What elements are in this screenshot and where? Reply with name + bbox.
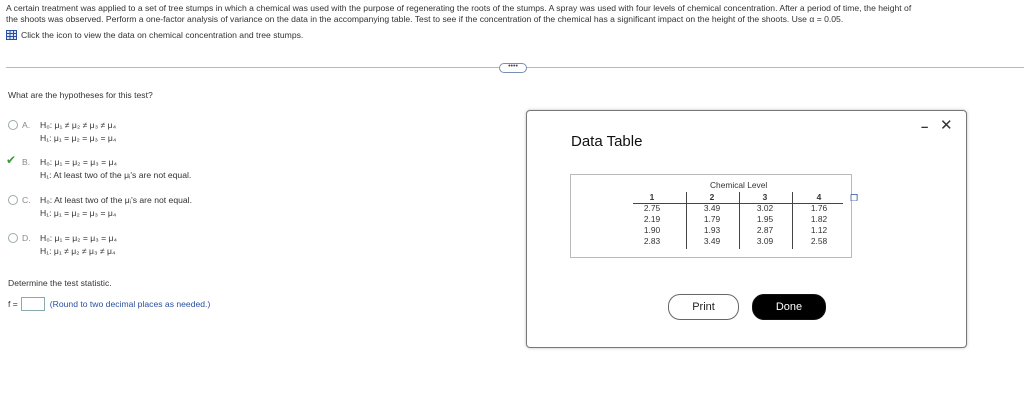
table-cell: 2.58 bbox=[810, 236, 828, 246]
table-column-1: 1 2.75 2.19 1.90 2.83 bbox=[635, 192, 669, 247]
table-cell: 2.83 bbox=[643, 236, 661, 246]
option-b-h0: H₀: μ₁ = μ₂ = μ₃ = μ₄ bbox=[40, 157, 117, 167]
table-column-3: 3 3.02 1.95 2.87 3.09 bbox=[748, 192, 782, 247]
table-cell: 1.93 bbox=[703, 225, 721, 235]
header-rule bbox=[633, 203, 843, 204]
column-divider bbox=[686, 192, 687, 249]
option-c-h0: H₀: At least two of the μᵢ's are not equ… bbox=[40, 195, 192, 205]
table-cell: 2.75 bbox=[643, 203, 661, 213]
table-cell: 3.09 bbox=[756, 236, 774, 246]
option-d-h1: H₁: μ₁ ≠ μ₂ ≠ μ₃ ≠ μ₄ bbox=[40, 246, 116, 256]
column-header: 3 bbox=[762, 192, 768, 202]
table-cell: 1.90 bbox=[643, 225, 661, 235]
column-divider bbox=[739, 192, 740, 249]
radio-a[interactable] bbox=[8, 120, 18, 130]
radio-c[interactable] bbox=[8, 195, 18, 205]
column-header: 1 bbox=[649, 192, 655, 202]
data-table-dialog: Data Table – ✕ Chemical Level 1 2.75 2.1… bbox=[526, 110, 967, 348]
table-cell: 1.12 bbox=[810, 225, 828, 235]
option-d-h0: H₀: μ₁ = μ₂ = μ₃ = μ₄ bbox=[40, 233, 117, 243]
problem-line-2: the shoots was observed. Perform a one-f… bbox=[6, 14, 844, 24]
minimize-icon[interactable]: – bbox=[921, 119, 928, 134]
table-cell: 3.49 bbox=[703, 236, 721, 246]
table-grid-icon[interactable] bbox=[6, 30, 17, 40]
table-cell: 1.79 bbox=[703, 214, 721, 224]
option-a-h0: H₀: μ₁ ≠ μ₂ ≠ μ₃ ≠ μ₄ bbox=[40, 120, 117, 130]
option-letter: B. bbox=[22, 157, 31, 167]
close-icon[interactable]: ✕ bbox=[940, 116, 953, 134]
table-cell: 1.76 bbox=[810, 203, 828, 213]
column-divider bbox=[792, 192, 793, 249]
print-button[interactable]: Print bbox=[668, 294, 739, 320]
table-cell: 3.02 bbox=[756, 203, 774, 213]
table-cell: 2.87 bbox=[756, 225, 774, 235]
column-header: 2 bbox=[709, 192, 715, 202]
done-button[interactable]: Done bbox=[752, 294, 826, 320]
checkmark-icon: ✔ bbox=[6, 153, 17, 167]
determine-statistic-text: Determine the test statistic. bbox=[8, 278, 112, 288]
f-answer-input[interactable] bbox=[20, 297, 45, 311]
table-caption: Chemical Level bbox=[710, 180, 768, 190]
table-cell: 1.95 bbox=[756, 214, 774, 224]
option-b-h1: H₁: At least two of the μᵢ's are not equ… bbox=[40, 170, 192, 180]
option-c-h1: H₁: μ₁ = μ₂ = μ₃ = μ₄ bbox=[40, 208, 117, 218]
table-column-2: 2 3.49 1.79 1.93 3.49 bbox=[695, 192, 729, 247]
radio-d[interactable] bbox=[8, 233, 18, 243]
rounding-hint: (Round to two decimal places as needed.) bbox=[49, 299, 211, 309]
copy-icon[interactable]: ❐ bbox=[850, 193, 858, 204]
column-header: 4 bbox=[816, 192, 822, 202]
table-cell: 3.49 bbox=[703, 203, 721, 213]
problem-line-1: A certain treatment was applied to a set… bbox=[6, 3, 912, 13]
option-letter: D. bbox=[22, 233, 31, 243]
table-cell: 2.19 bbox=[643, 214, 661, 224]
dialog-title: Data Table bbox=[571, 133, 643, 150]
f-answer-row: f = (Round to two decimal places as need… bbox=[8, 297, 210, 311]
option-letter: C. bbox=[22, 195, 31, 205]
data-link-text[interactable]: Click the icon to view the data on chemi… bbox=[21, 30, 303, 40]
option-a-h1: H₁: μ₁ = μ₂ = μ₃ = μ₄ bbox=[40, 133, 117, 143]
table-cell: 1.82 bbox=[810, 214, 828, 224]
problem-statement: A certain treatment was applied to a set… bbox=[6, 3, 1024, 25]
question-text: What are the hypotheses for this test? bbox=[8, 90, 153, 100]
data-link-row[interactable]: Click the icon to view the data on chemi… bbox=[6, 30, 303, 40]
f-label: f = bbox=[8, 299, 18, 309]
table-column-4: 4 1.76 1.82 1.12 2.58 bbox=[802, 192, 836, 247]
option-letter: A. bbox=[22, 120, 31, 130]
more-button[interactable]: •••• bbox=[499, 63, 527, 73]
